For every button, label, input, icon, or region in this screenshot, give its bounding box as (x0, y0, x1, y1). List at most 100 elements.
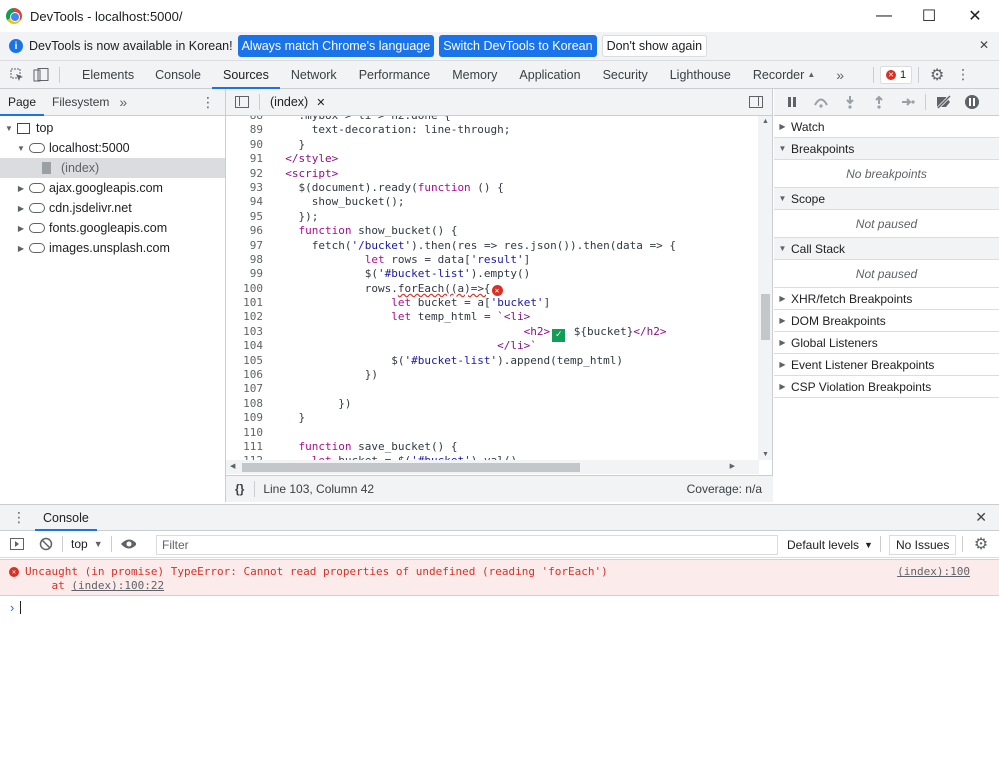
pane-scope[interactable]: ▼ Scope (774, 188, 999, 210)
tab-performance[interactable]: Performance (348, 61, 442, 89)
tree-item-domain[interactable]: ▶ cdn.jsdelivr.net (0, 198, 225, 218)
console-filter-input[interactable]: Filter (156, 535, 778, 555)
error-count-badge[interactable]: ✕ 1 (880, 65, 913, 84)
line-number[interactable]: 109 (226, 411, 263, 425)
deactivate-breakpoints-icon[interactable] (935, 94, 951, 110)
line-number[interactable]: 93 (226, 181, 263, 195)
tab-sources[interactable]: Sources (211, 61, 280, 89)
toggle-navigator-icon[interactable] (235, 96, 249, 108)
device-toolbar-icon[interactable] (33, 67, 49, 83)
code-area[interactable]: 88 .mybox > li > h2.done {89 text-decora… (226, 116, 759, 460)
navigator-menu-icon[interactable]: ⋮ (201, 94, 215, 111)
pane-event-listener-breakpoints[interactable]: ▶ Event Listener Breakpoints (774, 354, 999, 376)
inspect-element-icon[interactable] (9, 67, 25, 83)
editor-vertical-scrollbar[interactable]: ▲ ▼ (758, 116, 772, 460)
line-number[interactable]: 104 (226, 339, 263, 353)
editor-horizontal-scrollbar[interactable]: ◀ ▶ (226, 460, 759, 474)
sources-navigator: Page Filesystem » ⋮ ▼ top ▼ localhost:50… (0, 89, 226, 502)
close-file-tab-icon[interactable]: ✕ (316, 96, 325, 109)
drawer-menu-icon[interactable]: ⋮ (12, 509, 26, 526)
pane-xhr-fetch-breakpoints[interactable]: ▶ XHR/fetch Breakpoints (774, 288, 999, 310)
tab-security[interactable]: Security (592, 61, 659, 89)
issues-button[interactable]: No Issues (889, 535, 957, 555)
pane-csp-violation-breakpoints[interactable]: ▶ CSP Violation Breakpoints (774, 376, 999, 398)
line-number[interactable]: 97 (226, 239, 263, 253)
toggle-debugger-icon[interactable] (749, 96, 763, 108)
line-number[interactable]: 100 (226, 282, 263, 296)
infobar-close-icon[interactable]: ✕ (979, 38, 989, 52)
tab-console[interactable]: Console (144, 61, 212, 89)
line-number[interactable]: 101 (226, 296, 263, 310)
navigator-more-icon[interactable]: » (119, 94, 127, 110)
line-number[interactable]: 105 (226, 354, 263, 368)
line-number[interactable]: 96 (226, 224, 263, 238)
tab-elements[interactable]: Elements (72, 61, 144, 89)
tab-network[interactable]: Network (280, 61, 348, 89)
tree-item-domain[interactable]: ▶ fonts.googleapis.com (0, 218, 225, 238)
console-settings-gear-icon[interactable]: ⚙ (973, 536, 989, 553)
tab-page[interactable]: Page (0, 89, 45, 116)
line-number[interactable]: 91 (226, 152, 263, 166)
context-selector[interactable]: top ▼ (71, 534, 103, 554)
tree-item-localhost[interactable]: ▼ localhost:5000 (0, 138, 225, 158)
pane-call-stack[interactable]: ▼ Call Stack (774, 238, 999, 260)
line-number[interactable]: 98 (226, 253, 263, 267)
log-levels-dropdown[interactable]: Default levels ▼ (787, 535, 873, 555)
tab-memory[interactable]: Memory (441, 61, 508, 89)
error-source-link[interactable]: (index):100 (897, 565, 970, 578)
line-number[interactable]: 95 (226, 210, 263, 224)
step-into-icon[interactable] (842, 94, 858, 110)
line-number[interactable]: 94 (226, 195, 263, 209)
pane-watch[interactable]: ▶ Watch (774, 116, 999, 138)
line-number[interactable]: 99 (226, 267, 263, 281)
line-number[interactable]: 107 (226, 382, 263, 396)
line-number[interactable]: 89 (226, 123, 263, 137)
tree-item-domain[interactable]: ▶ images.unsplash.com (0, 238, 225, 258)
code-editor-panel: (index) ✕ 88 .mybox > li > h2.done {89 t… (226, 89, 773, 502)
step-over-icon[interactable] (813, 94, 829, 110)
pane-global-listeners[interactable]: ▶ Global Listeners (774, 332, 999, 354)
tab-lighthouse[interactable]: Lighthouse (659, 61, 742, 89)
tab-filesystem[interactable]: Filesystem (44, 89, 117, 116)
console-prompt[interactable]: › (0, 596, 999, 618)
line-number[interactable]: 92 (226, 167, 263, 181)
pretty-print-button[interactable]: {} (235, 482, 244, 496)
always-match-language-button[interactable]: Always match Chrome's language (237, 35, 435, 57)
line-number[interactable]: 110 (226, 426, 263, 440)
kebab-menu-icon[interactable]: ⋮ (955, 66, 971, 83)
line-number[interactable]: 102 (226, 310, 263, 324)
line-number[interactable]: 108 (226, 397, 263, 411)
step-icon[interactable] (900, 94, 916, 110)
pause-icon[interactable] (784, 94, 800, 110)
live-expression-eye-icon[interactable] (120, 536, 136, 552)
open-file-tab[interactable]: (index) (270, 95, 308, 109)
line-number[interactable]: 88 (226, 116, 263, 123)
show-sidebar-icon[interactable] (9, 536, 25, 552)
line-number[interactable]: 111 (226, 440, 263, 454)
pause-on-exceptions-icon[interactable] (964, 94, 980, 110)
drawer-tab-console[interactable]: Console (35, 505, 97, 531)
pane-dom-breakpoints[interactable]: ▶ DOM Breakpoints (774, 310, 999, 332)
minimize-button[interactable]: — (861, 0, 907, 32)
dont-show-again-button[interactable]: Don't show again (601, 35, 708, 57)
close-window-button[interactable]: ✕ (952, 0, 998, 32)
tree-item-top[interactable]: ▼ top (0, 118, 225, 138)
tree-item-index-file[interactable]: (index) (0, 158, 225, 178)
more-tabs-icon[interactable]: » (836, 67, 844, 83)
switch-to-korean-button[interactable]: Switch DevTools to Korean (439, 35, 597, 57)
stack-frame-link[interactable]: (index):100:22 (71, 579, 164, 592)
maximize-button[interactable]: ☐ (906, 0, 952, 32)
tree-item-domain[interactable]: ▶ ajax.googleapis.com (0, 178, 225, 198)
tab-application[interactable]: Application (508, 61, 591, 89)
settings-gear-icon[interactable]: ⚙ (929, 67, 945, 84)
line-number[interactable]: 103 (226, 325, 263, 339)
line-number[interactable]: 106 (226, 368, 263, 382)
step-out-icon[interactable] (871, 94, 887, 110)
tab-recorder[interactable]: Recorder ▲ (742, 61, 826, 89)
close-drawer-icon[interactable]: ✕ (975, 509, 987, 526)
inline-error-icon[interactable]: ✕ (491, 285, 503, 297)
info-icon: i (9, 39, 23, 53)
line-number[interactable]: 90 (226, 138, 263, 152)
clear-console-icon[interactable] (38, 536, 54, 552)
pane-breakpoints[interactable]: ▼ Breakpoints (774, 138, 999, 160)
